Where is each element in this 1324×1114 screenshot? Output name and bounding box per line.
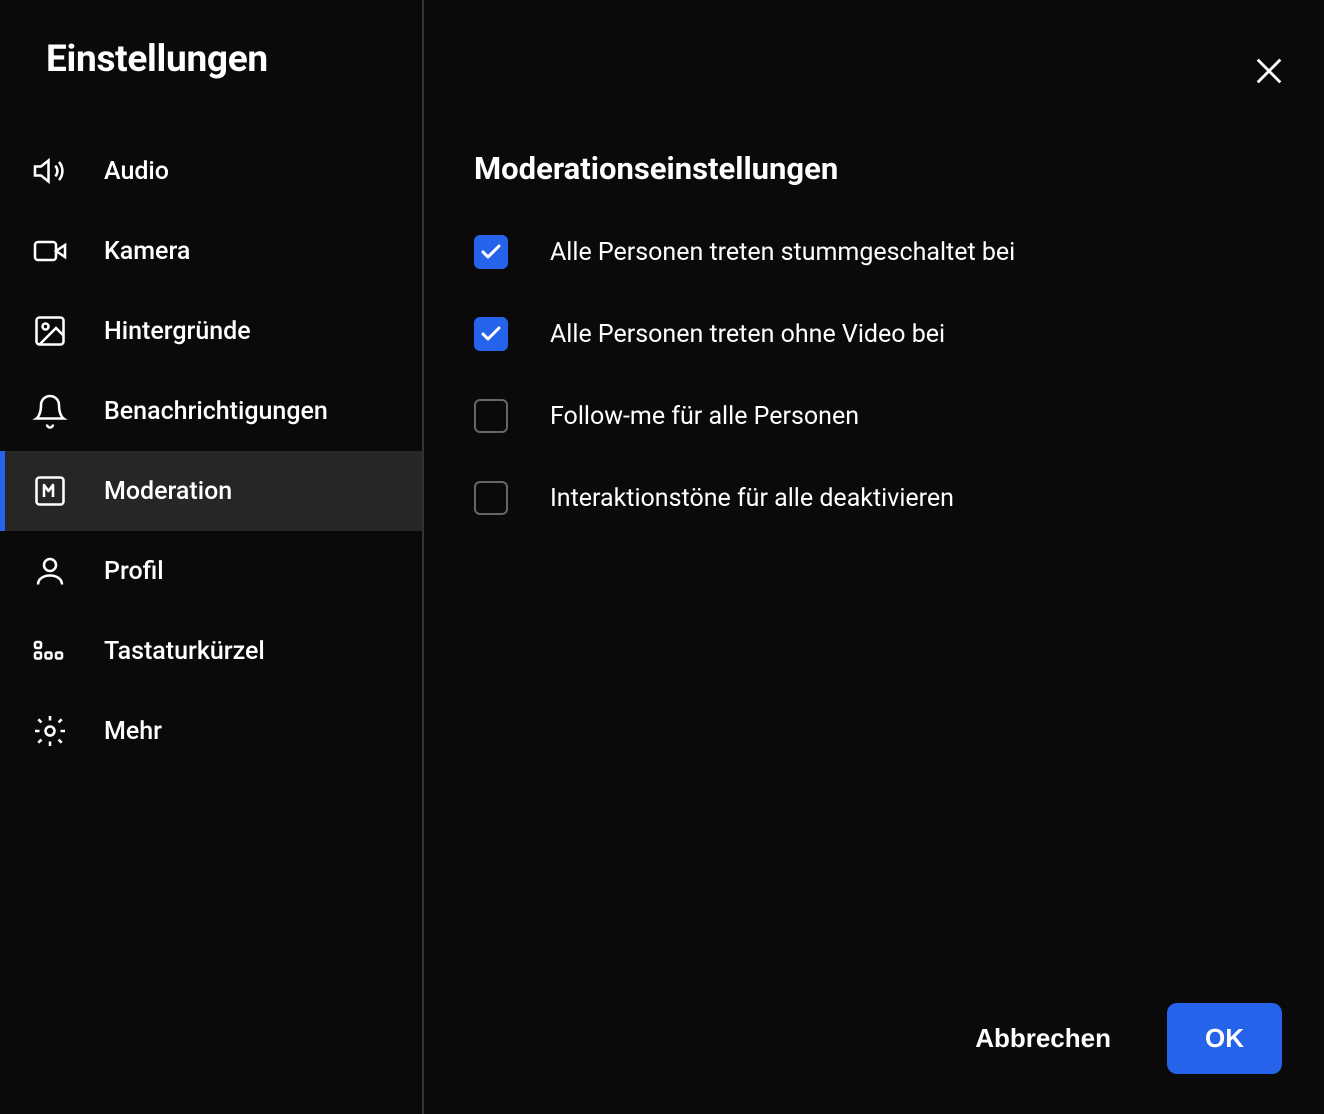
sidebar-item-camera[interactable]: Kamera xyxy=(0,211,422,291)
sidebar-item-label: Tastaturkürzel xyxy=(104,637,265,666)
sidebar: Einstellungen Audio Kamera Hintergründe xyxy=(0,0,424,1114)
sidebar-item-notifications[interactable]: Benachrichtigungen xyxy=(0,371,422,451)
sidebar-item-shortcuts[interactable]: Tastaturkürzel xyxy=(0,611,422,691)
cancel-button[interactable]: Abbrechen xyxy=(975,1023,1111,1054)
sidebar-header: Einstellungen xyxy=(0,0,422,131)
settings-title: Einstellungen xyxy=(46,38,376,81)
user-icon xyxy=(32,553,68,589)
dialog-footer: Abbrechen OK xyxy=(424,1003,1324,1114)
sidebar-item-profile[interactable]: Profil xyxy=(0,531,422,611)
moderation-icon xyxy=(32,473,68,509)
option-join-muted: Alle Personen treten stummgeschaltet bei xyxy=(474,235,1274,269)
image-icon xyxy=(32,313,68,349)
option-follow-me: Follow-me für alle Personen xyxy=(474,399,1274,433)
gear-icon xyxy=(32,713,68,749)
sidebar-item-label: Audio xyxy=(104,157,169,186)
sidebar-nav: Audio Kamera Hintergründe Benachrichtigu… xyxy=(0,131,422,771)
bell-icon xyxy=(32,393,68,429)
sidebar-item-backgrounds[interactable]: Hintergründe xyxy=(0,291,422,371)
check-icon xyxy=(479,240,503,264)
sidebar-item-label: Moderation xyxy=(104,477,232,506)
content-area: Moderationseinstellungen Alle Personen t… xyxy=(424,0,1324,1003)
keyboard-icon xyxy=(32,633,68,669)
checkbox-disable-sounds[interactable] xyxy=(474,481,508,515)
option-label: Alle Personen treten stummgeschaltet bei xyxy=(550,238,1015,267)
sidebar-item-label: Profil xyxy=(104,557,164,586)
sidebar-item-audio[interactable]: Audio xyxy=(0,131,422,211)
option-disable-sounds: Interaktionstöne für alle deaktivieren xyxy=(474,481,1274,515)
sidebar-item-label: Mehr xyxy=(104,717,162,746)
speaker-icon xyxy=(32,153,68,189)
close-icon xyxy=(1252,54,1286,88)
sidebar-item-more[interactable]: Mehr xyxy=(0,691,422,771)
option-join-no-video: Alle Personen treten ohne Video bei xyxy=(474,317,1274,351)
checkbox-join-muted[interactable] xyxy=(474,235,508,269)
option-label: Alle Personen treten ohne Video bei xyxy=(550,320,945,349)
main-panel: Moderationseinstellungen Alle Personen t… xyxy=(424,0,1324,1114)
sidebar-item-label: Benachrichtigungen xyxy=(104,397,328,426)
option-label: Follow-me für alle Personen xyxy=(550,402,859,431)
camera-icon xyxy=(32,233,68,269)
check-icon xyxy=(479,322,503,346)
section-title: Moderationseinstellungen xyxy=(474,150,1274,187)
sidebar-item-label: Hintergründe xyxy=(104,317,251,346)
close-button[interactable] xyxy=(1250,52,1288,90)
option-label: Interaktionstöne für alle deaktivieren xyxy=(550,484,954,513)
ok-button[interactable]: OK xyxy=(1167,1003,1282,1074)
sidebar-item-moderation[interactable]: Moderation xyxy=(0,451,422,531)
sidebar-item-label: Kamera xyxy=(104,237,190,266)
checkbox-join-no-video[interactable] xyxy=(474,317,508,351)
checkbox-follow-me[interactable] xyxy=(474,399,508,433)
